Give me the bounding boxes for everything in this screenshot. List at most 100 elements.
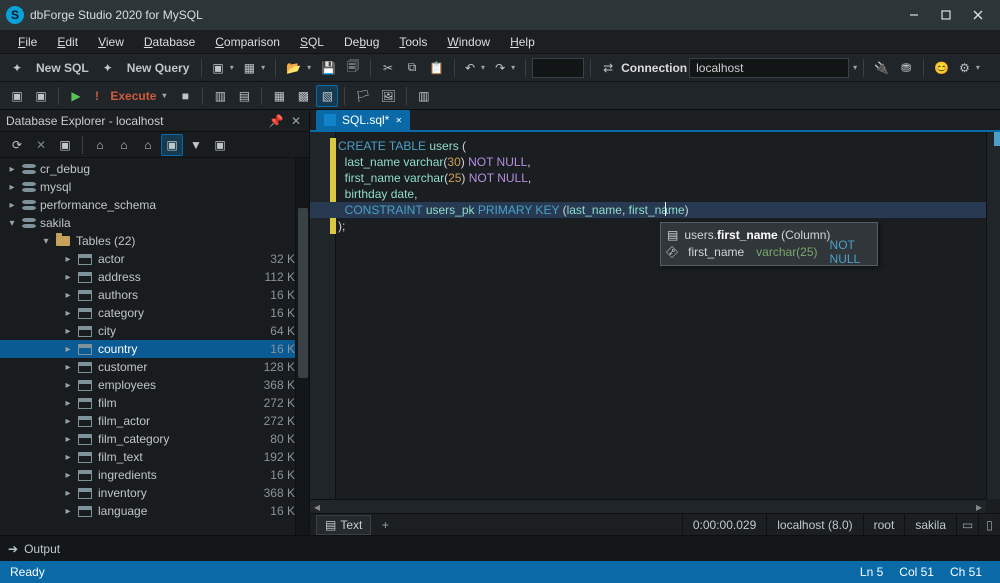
menu-comparison[interactable]: Comparison xyxy=(207,33,288,51)
t2-g[interactable]: 🖼 xyxy=(377,85,400,107)
tree-row[interactable]: ▸cr_debug xyxy=(0,160,309,178)
menu-edit[interactable]: Edit xyxy=(49,33,86,51)
menu-sql[interactable]: SQL xyxy=(292,33,332,51)
t2-f[interactable]: 🏳 xyxy=(351,85,374,107)
sql-file-icon xyxy=(324,114,336,126)
tool-b[interactable]: ▦▾ xyxy=(240,57,269,79)
run-button[interactable]: ▶ xyxy=(65,85,87,107)
editor-text-tab[interactable]: ▤ Text xyxy=(316,515,371,535)
execute-button[interactable]: ! Execute▾ xyxy=(89,85,172,107)
ex-b4[interactable]: ⌂ xyxy=(137,134,159,156)
tool-a[interactable]: ▣▾ xyxy=(208,57,237,79)
tabbar: SQL.sql* ✕ xyxy=(310,110,1000,132)
ex-remove-button[interactable]: ✕ xyxy=(30,134,52,156)
ex-b5-active[interactable]: ▣ xyxy=(161,134,183,156)
stop2-button[interactable]: ▣ xyxy=(30,85,52,107)
new-query-button[interactable]: New Query xyxy=(121,57,196,79)
t2-c[interactable]: ▦ xyxy=(268,85,290,107)
tree-row[interactable]: ▸address112 KB xyxy=(0,268,309,286)
tree-row[interactable]: ▸film_category80 KB xyxy=(0,430,309,448)
new-sql-icon[interactable]: ✦ xyxy=(6,57,28,79)
ex-refresh-button[interactable]: ⟳ xyxy=(6,134,28,156)
tree-row[interactable]: ▸film_actor272 KB xyxy=(0,412,309,430)
key-icon: ⚿ xyxy=(663,243,680,260)
connection-chevron-icon[interactable]: ▾ xyxy=(853,63,857,72)
save-as-button[interactable]: 🗐 xyxy=(342,57,364,79)
zoom-combo[interactable] xyxy=(532,58,584,78)
menu-database[interactable]: Database xyxy=(136,33,203,51)
tree-row[interactable]: ▸employees368 KB xyxy=(0,376,309,394)
minimize-button[interactable] xyxy=(898,4,930,26)
tree-row[interactable]: ▸category16 KB xyxy=(0,304,309,322)
tool-c2[interactable]: ⛃ xyxy=(895,57,917,79)
output-panel[interactable]: ➔ Output xyxy=(0,535,1000,561)
t2-a[interactable]: ▥ xyxy=(209,85,231,107)
copy-button[interactable]: ⧉ xyxy=(401,57,423,79)
maximize-button[interactable] xyxy=(930,4,962,26)
hscroll-left-icon[interactable]: ◂ xyxy=(310,500,324,514)
menu-view[interactable]: View xyxy=(90,33,132,51)
redo-button[interactable]: ↷▾ xyxy=(491,57,519,79)
menu-file[interactable]: FFileile xyxy=(10,33,45,51)
explorer-title: Database Explorer - localhost xyxy=(6,114,163,128)
tool-c3[interactable]: 😊 xyxy=(930,57,953,79)
cut-button[interactable]: ✂ xyxy=(377,57,399,79)
stop1-button[interactable]: ▣ xyxy=(6,85,28,107)
t2-e-active[interactable]: ▧ xyxy=(316,85,338,107)
ed-ico2[interactable]: ▯ xyxy=(978,514,1000,535)
new-sql-button[interactable]: New SQL xyxy=(30,57,95,79)
tab-sql-file[interactable]: SQL.sql* ✕ xyxy=(316,110,410,130)
tree-row[interactable]: ▸performance_schema xyxy=(0,196,309,214)
tree-row[interactable]: ▸film272 KB xyxy=(0,394,309,412)
ex-b6[interactable]: ▣ xyxy=(209,134,231,156)
menu-window[interactable]: Window xyxy=(439,33,498,51)
t2-h[interactable]: ▥ xyxy=(413,85,435,107)
t2-b[interactable]: ▤ xyxy=(233,85,255,107)
tree-row[interactable]: ▾Tables (22) xyxy=(0,232,309,250)
tree-row[interactable]: ▸ingredients16 KB xyxy=(0,466,309,484)
connection-input[interactable]: localhost xyxy=(689,58,849,78)
open-button[interactable]: 📂▾ xyxy=(282,57,315,79)
menu-debug[interactable]: Debug xyxy=(336,33,387,51)
hscroll-right-icon[interactable]: ▸ xyxy=(972,500,986,514)
tree-row[interactable]: ▸actor32 KB xyxy=(0,250,309,268)
tree-row[interactable]: ▸film_text192 KB xyxy=(0,448,309,466)
status-ch: Ch 51 xyxy=(942,565,990,579)
close-icon[interactable]: ✕ xyxy=(289,114,303,128)
tree-row[interactable]: ▾sakila xyxy=(0,214,309,232)
menu-tools[interactable]: Tools xyxy=(391,33,435,51)
ed-ico1[interactable]: ▭ xyxy=(956,514,978,535)
close-button[interactable] xyxy=(962,4,994,26)
undo-button[interactable]: ↶▾ xyxy=(461,57,489,79)
tree-row[interactable]: ▸language16 KB xyxy=(0,502,309,520)
tree-row[interactable]: ▸customer128 KB xyxy=(0,358,309,376)
app-title: dbForge Studio 2020 for MySQL xyxy=(30,8,898,22)
vscrollbar[interactable] xyxy=(986,132,1000,499)
tree-row[interactable]: ▸city64 KB xyxy=(0,322,309,340)
code-editor[interactable]: CREATE TABLE users ( last_name varchar(3… xyxy=(310,132,1000,513)
intellisense-popup[interactable]: ▤users.first_name (Column) ⚿first_nameva… xyxy=(660,222,878,266)
menu-help[interactable]: Help xyxy=(502,33,543,51)
stop3-button[interactable]: ■ xyxy=(174,85,196,107)
paste-button[interactable]: 📋 xyxy=(425,57,448,79)
tree[interactable]: ▸cr_debug▸mysql▸performance_schema▾sakil… xyxy=(0,158,309,535)
tab-close-icon[interactable]: ✕ xyxy=(395,116,402,125)
hscrollbar[interactable]: ◂ ▸ xyxy=(310,499,986,513)
save-button[interactable]: 💾 xyxy=(317,57,340,79)
tool-c4[interactable]: ⚙▾ xyxy=(955,57,984,79)
t2-d[interactable]: ▩ xyxy=(292,85,314,107)
pin-icon[interactable]: 📌 xyxy=(269,114,283,128)
ex-b3[interactable]: ⌂ xyxy=(113,134,135,156)
tree-row[interactable]: ▸inventory368 KB xyxy=(0,484,309,502)
editor-add-tab[interactable]: + xyxy=(375,515,395,535)
tree-row[interactable]: ▸country16 KB xyxy=(0,340,309,358)
toolbar-secondary: ▣ ▣ ▶ ! Execute▾ ■ ▥ ▤ ▦ ▩ ▧ 🏳 🖼 ▥ xyxy=(0,82,1000,110)
new-query-icon[interactable]: ✦ xyxy=(97,57,119,79)
tree-row[interactable]: ▸authors16 KB xyxy=(0,286,309,304)
ex-b2[interactable]: ⌂ xyxy=(89,134,111,156)
tool-c1[interactable]: 🔌 xyxy=(870,57,893,79)
tree-scrollbar[interactable] xyxy=(295,158,309,535)
ex-filter-icon[interactable]: ▼ xyxy=(185,134,207,156)
tree-row[interactable]: ▸mysql xyxy=(0,178,309,196)
ex-b1[interactable]: ▣ xyxy=(54,134,76,156)
